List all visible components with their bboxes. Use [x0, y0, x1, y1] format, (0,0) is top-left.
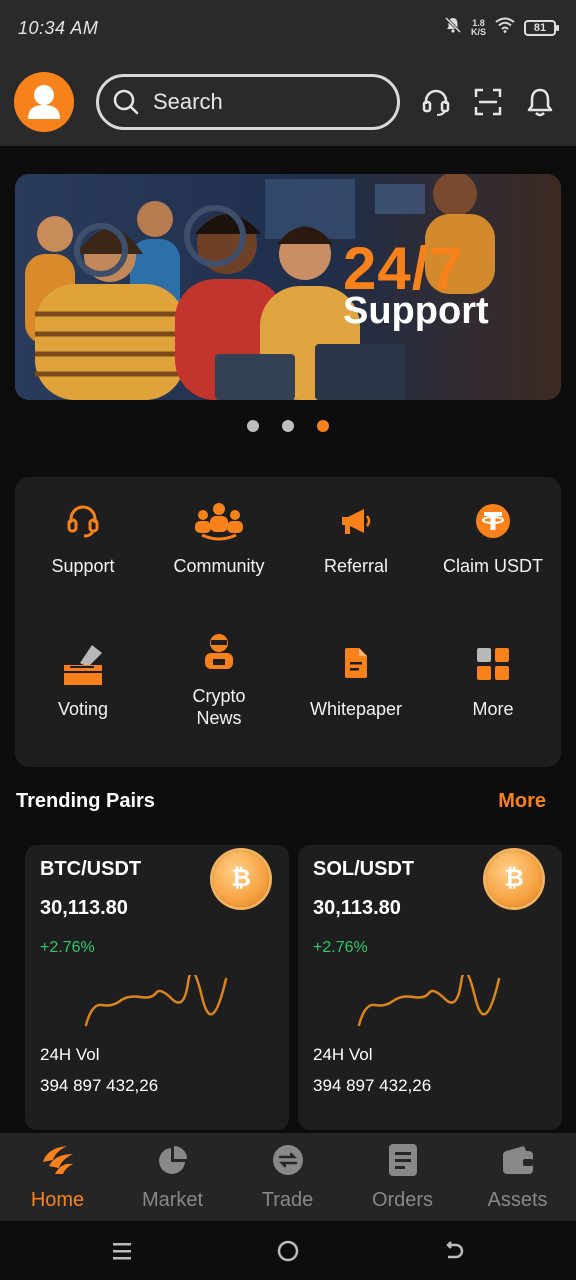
- search-input[interactable]: Search: [96, 74, 400, 130]
- quick-action-label: Referral: [323, 556, 389, 576]
- megaphone-icon: [342, 509, 371, 534]
- trending-card-sol[interactable]: SOL/USDT 30,113.80 +2.76% ₿ 24H Vol 394 …: [298, 845, 562, 1130]
- vol-value: 394 897 432,26: [40, 1076, 159, 1095]
- tab-orders[interactable]: Orders: [345, 1143, 460, 1212]
- headset-icon: [67, 505, 99, 538]
- vol-label: 24H Vol: [40, 1045, 100, 1064]
- quick-action-label: Community: [173, 556, 265, 576]
- grid-icon: [477, 648, 509, 680]
- vol-label: 24H Vol: [313, 1045, 373, 1064]
- tab-home[interactable]: Home: [0, 1143, 115, 1212]
- tab-label: Trade: [261, 1189, 314, 1211]
- quick-action-more[interactable]: More: [425, 640, 561, 720]
- search-placeholder: Search: [153, 89, 223, 114]
- swap-icon: [272, 1145, 303, 1175]
- status-icons: 1.8 K/S 81: [444, 16, 559, 39]
- scan-icon: [474, 88, 502, 116]
- bitcoin-icon: ₿: [486, 851, 542, 907]
- pair-change: +2.76%: [40, 939, 95, 956]
- trending-more-link[interactable]: More: [498, 790, 546, 813]
- pagination-dot[interactable]: [282, 420, 294, 432]
- mute-icon: [444, 16, 462, 39]
- orders-icon: [388, 1144, 417, 1176]
- sparkline-chart: [84, 975, 228, 1027]
- avatar[interactable]: [14, 72, 74, 132]
- network-speed: 1.8 K/S: [470, 17, 486, 37]
- tether-icon: [476, 504, 510, 538]
- quick-action-label: Crypto News: [192, 686, 246, 728]
- trending-pairs-title: Trending Pairs: [16, 790, 155, 812]
- pair-change: +2.76%: [313, 939, 368, 956]
- home-button[interactable]: [274, 1237, 302, 1265]
- quick-action-label: Claim USDT: [442, 556, 543, 576]
- sparkline-chart: [357, 975, 501, 1027]
- news-anchor-icon: [205, 634, 233, 669]
- quick-action-voting[interactable]: Voting: [15, 640, 151, 720]
- banner-pagination: [0, 420, 576, 432]
- scan-button[interactable]: [468, 82, 508, 122]
- promo-banner[interactable]: 24/7 Support: [15, 174, 561, 400]
- pair-name: SOL/USDT: [313, 858, 415, 880]
- pair-name: BTC/USDT: [40, 858, 142, 880]
- tab-trade[interactable]: Trade: [230, 1143, 345, 1212]
- bell-icon: [527, 88, 553, 117]
- support-button[interactable]: [416, 82, 456, 122]
- ballot-box-icon: [64, 645, 102, 685]
- quick-action-community[interactable]: Community: [151, 497, 287, 577]
- quick-actions-panel: Support Community Referral Claim USDT Vo…: [15, 477, 561, 767]
- status-time: 10:34 AM: [18, 18, 99, 38]
- quick-action-label: Voting: [57, 699, 109, 719]
- pagination-dot-active[interactable]: [317, 420, 329, 432]
- circle-icon: [277, 1240, 299, 1262]
- system-navigation-bar: [0, 1221, 576, 1280]
- tab-label: Assets: [487, 1189, 548, 1211]
- battery-indicator: 81: [524, 19, 559, 36]
- tab-assets[interactable]: Assets: [460, 1143, 575, 1212]
- notifications-button[interactable]: [520, 82, 560, 122]
- tab-label: Market: [141, 1189, 204, 1211]
- tab-label: Orders: [371, 1189, 434, 1211]
- document-icon: [345, 648, 367, 678]
- pagination-dot[interactable]: [247, 420, 259, 432]
- back-button[interactable]: [440, 1237, 468, 1265]
- vol-value: 394 897 432,26: [313, 1076, 432, 1095]
- pie-chart-icon: [158, 1146, 187, 1174]
- status-bar: 10:34 AM 1.8 K/S 81: [0, 0, 576, 58]
- quick-action-whitepaper[interactable]: Whitepaper: [288, 640, 424, 720]
- quick-action-crypto-news[interactable]: Crypto News: [151, 627, 287, 729]
- search-icon: [113, 89, 139, 115]
- quick-action-label: More: [472, 699, 514, 719]
- tab-market[interactable]: Market: [115, 1143, 230, 1212]
- pair-price: 30,113.80: [313, 897, 401, 919]
- recent-apps-button[interactable]: [108, 1237, 136, 1265]
- banner-subline: Support: [343, 290, 489, 332]
- quick-action-label: Support: [51, 556, 115, 576]
- tab-label: Home: [30, 1189, 85, 1211]
- quick-action-support[interactable]: Support: [15, 497, 151, 577]
- user-icon: [28, 85, 60, 119]
- menu-icon: [113, 1243, 131, 1260]
- bottom-tab-bar: Home Market Trade Orders Assets: [0, 1133, 576, 1221]
- quick-action-referral[interactable]: Referral: [288, 497, 424, 577]
- wifi-icon: [495, 17, 515, 38]
- headset-icon: [422, 89, 450, 116]
- bitcoin-icon: ₿: [213, 851, 269, 907]
- quick-action-claim-usdt[interactable]: Claim USDT: [425, 497, 561, 577]
- community-icon: [195, 503, 243, 541]
- trending-card-btc[interactable]: BTC/USDT 30,113.80 +2.76% ₿ 24H Vol 394 …: [25, 845, 289, 1130]
- back-icon: [446, 1241, 464, 1259]
- wallet-icon: [502, 1146, 533, 1174]
- home-icon: [42, 1146, 73, 1174]
- top-bar: Search: [0, 58, 576, 146]
- quick-action-label: Whitepaper: [309, 699, 403, 719]
- pair-price: 30,113.80: [40, 897, 128, 919]
- support-illustration: [15, 174, 561, 400]
